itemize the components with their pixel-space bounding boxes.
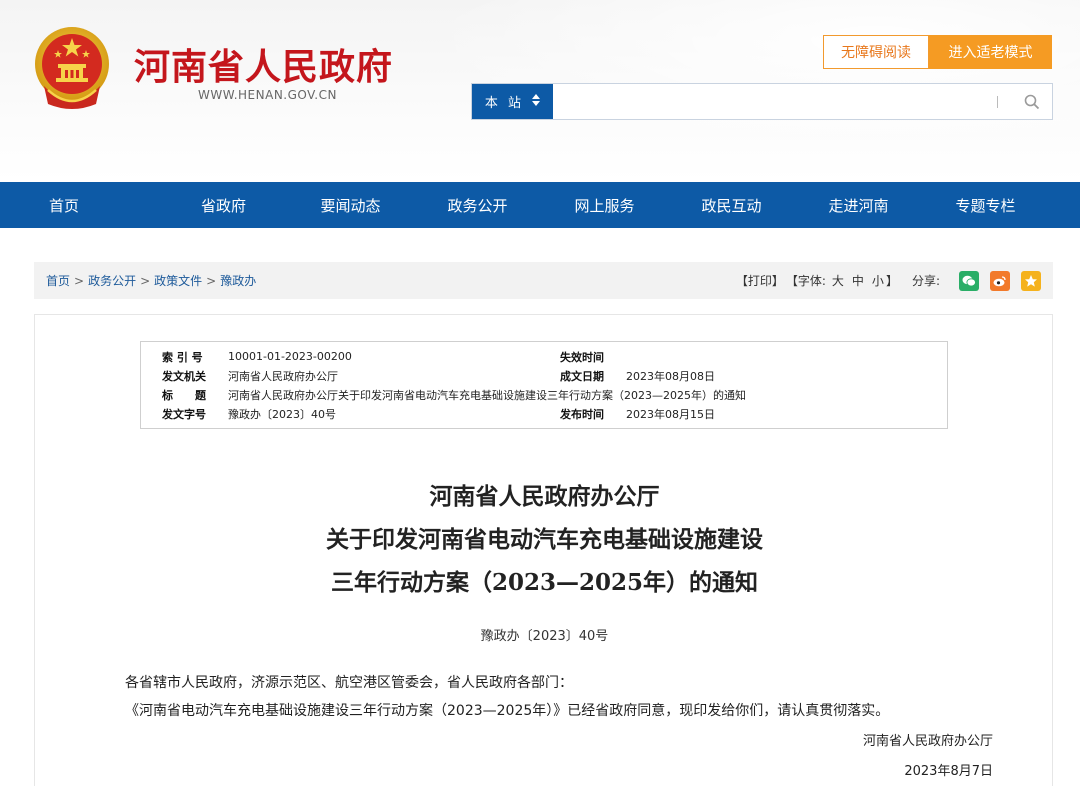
document-number: 豫政办〔2023〕40号	[480, 629, 609, 644]
created-date-value: 2023年08月08日	[626, 369, 715, 383]
expire-time-label: 失效时间	[560, 350, 604, 364]
breadcrumb-home[interactable]: 首页	[46, 272, 70, 289]
article-container: 索 引 号 10001-01-2023-00200 失效时间 发文机关 河南省人…	[34, 314, 1053, 786]
nav-item-about-henan[interactable]: 走进河南	[795, 182, 922, 228]
document-signature: 河南省人民政府办公厅 2023年8月7日	[863, 727, 993, 786]
index-number-value: 10001-01-2023-00200	[228, 350, 352, 363]
elder-mode-button[interactable]: 进入适老模式	[929, 35, 1052, 69]
site-url[interactable]: WWW.HENAN.GOV.CN	[198, 88, 337, 102]
search-scope-select[interactable]: 本 站	[472, 84, 553, 119]
breadcrumb-policy-documents[interactable]: 政策文件	[154, 272, 202, 289]
breadcrumb-public-affairs[interactable]: 政务公开	[88, 272, 136, 289]
accessibility-reading-button[interactable]: 无障碍阅读	[823, 35, 929, 69]
document-number-value: 豫政办〔2023〕40号	[228, 407, 336, 421]
document-title-line: 河南省人民政府办公厅	[429, 483, 660, 510]
salutation-paragraph: 各省辖市人民政府，济源示范区、航空港区管委会，省人民政府各部门：	[125, 675, 573, 691]
main-nav: 首页 省政府 要闻动态 政务公开 网上服务 政民互动 走进河南 专题专栏	[0, 182, 1080, 228]
nav-item-special-topics[interactable]: 专题专栏	[922, 182, 1049, 228]
font-size-prefix: 【字体:	[785, 274, 826, 288]
search-divider	[997, 96, 998, 108]
breadcrumb-separator: >	[74, 273, 85, 288]
national-emblem-icon[interactable]	[34, 24, 110, 110]
index-number-label: 索 引 号	[162, 350, 203, 364]
star-icon[interactable]	[1021, 270, 1041, 291]
site-name[interactable]: 河南省人民政府	[134, 38, 393, 90]
breadcrumb-separator: >	[140, 273, 151, 288]
font-size-large-button[interactable]: 大	[832, 272, 844, 289]
page-tools: 【打印】 【字体: 大 中 小 】 分享:	[736, 270, 1041, 291]
wechat-icon[interactable]	[959, 270, 979, 291]
print-button[interactable]: 【打印】	[736, 272, 784, 289]
font-size-small-button[interactable]: 小	[872, 272, 884, 289]
font-size-suffix: 】	[885, 274, 898, 288]
nav-item-online-services[interactable]: 网上服务	[541, 182, 668, 228]
document-title-line: 关于印发河南省电动汽车充电基础设施建设	[326, 526, 763, 553]
nav-item-government[interactable]: 省政府	[160, 182, 287, 228]
metadata-row: 发文字号 豫政办〔2023〕40号 发布时间 2023年08月15日	[141, 404, 947, 423]
published-time-label: 发布时间	[560, 407, 604, 421]
font-size-medium-button[interactable]: 中	[852, 272, 864, 289]
breadcrumb-bar: 首页 > 政务公开 > 政策文件 > 豫政办 【打印】 【字体: 大 中 小 】…	[34, 262, 1053, 299]
metadata-row: 标 题 河南省人民政府办公厅关于印发河南省电动汽车充电基础设施建设三年行动方案（…	[141, 385, 947, 404]
search-scope-label: 本 站	[484, 96, 525, 111]
document-title: 河南省人民政府办公厅 关于印发河南省电动汽车充电基础设施建设 三年行动方案（20…	[35, 475, 1054, 604]
breadcrumb-current[interactable]: 豫政办	[220, 272, 256, 289]
signature-date: 2023年8月7日	[904, 764, 993, 779]
signer: 河南省人民政府办公厅	[862, 734, 993, 749]
nav-item-news[interactable]: 要闻动态	[287, 182, 414, 228]
title-value: 河南省人民政府办公厅关于印发河南省电动汽车充电基础设施建设三年行动方案（2023…	[228, 388, 746, 402]
breadcrumb-separator: >	[206, 273, 217, 288]
search-icon[interactable]	[1012, 84, 1052, 119]
document-title-line: 三年行动方案（2023—2025年）的通知	[330, 569, 759, 596]
search-input[interactable]	[553, 84, 997, 119]
created-date-label: 成文日期	[560, 369, 604, 383]
nav-item-home[interactable]: 首页	[0, 182, 160, 228]
issuer-label: 发文机关	[162, 369, 206, 383]
site-header: 河南省人民政府 WWW.HENAN.GOV.CN 无障碍阅读 进入适老模式 本 …	[0, 0, 1080, 182]
document-number-label: 发文字号	[162, 407, 206, 421]
document-body: 各省辖市人民政府，济源示范区、航空港区管委会，省人民政府各部门： 《河南省电动汽…	[125, 669, 1005, 725]
weibo-icon[interactable]	[990, 270, 1010, 291]
share-label: 分享:	[911, 274, 940, 288]
issuer-value: 河南省人民政府办公厅	[228, 369, 338, 383]
body-paragraph: 《河南省电动汽车充电基础设施建设三年行动方案（2023—2025年）》已经省政府…	[125, 703, 890, 719]
nav-item-public-affairs[interactable]: 政务公开	[414, 182, 541, 228]
metadata-row: 发文机关 河南省人民政府办公厅 成文日期 2023年08月08日	[141, 366, 947, 385]
nav-item-interaction[interactable]: 政民互动	[668, 182, 795, 228]
breadcrumb: 首页 > 政务公开 > 政策文件 > 豫政办	[46, 272, 256, 289]
title-label: 标 题	[162, 388, 206, 402]
document-metadata-table: 索 引 号 10001-01-2023-00200 失效时间 发文机关 河南省人…	[140, 341, 948, 429]
published-time-value: 2023年08月15日	[626, 407, 715, 421]
sort-arrows-icon	[532, 94, 541, 109]
search-bar: 本 站	[471, 83, 1053, 120]
metadata-row: 索 引 号 10001-01-2023-00200 失效时间	[141, 347, 947, 366]
header-background-decoration	[420, 0, 1080, 160]
